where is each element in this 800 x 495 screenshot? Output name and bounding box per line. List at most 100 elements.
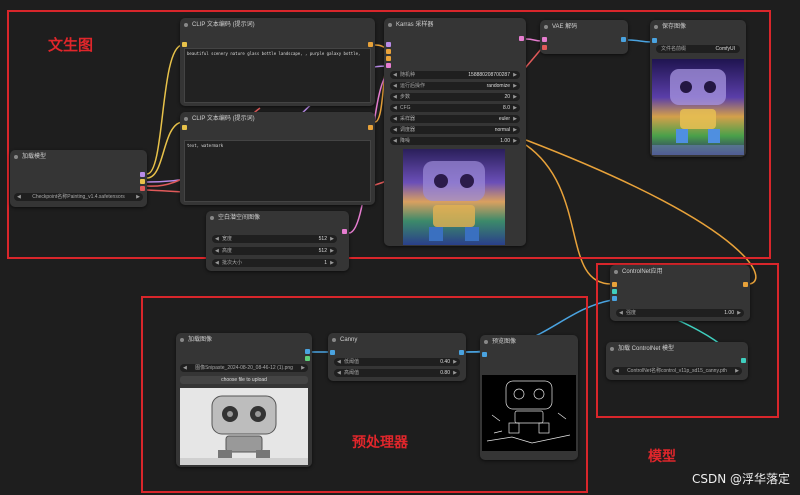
low-threshold-field[interactable]: ◀ 低阈值 0.40 ▶ [334, 358, 460, 366]
negative-prompt-textarea[interactable]: text, watermark [184, 140, 371, 202]
chevron-right-icon[interactable]: ▶ [330, 247, 334, 255]
collapse-dot-icon[interactable] [180, 338, 184, 342]
control-net-input-port[interactable] [612, 289, 617, 294]
chevron-left-icon[interactable]: ◀ [393, 104, 397, 112]
conditioning-output-port[interactable] [743, 282, 748, 287]
latent-output-port[interactable] [519, 36, 524, 41]
ksampler-node[interactable]: Karras 采样器 ◀ 随机种 158880208700287 ▶ ◀ 运行后操作 ra… [384, 18, 526, 246]
vae-decode-node[interactable]: VAE 解码 [540, 20, 628, 54]
model-output-port[interactable] [140, 172, 145, 177]
chevron-right-icon[interactable]: ▶ [735, 367, 739, 375]
latent-input-port[interactable] [386, 63, 391, 68]
image-input-port[interactable] [612, 296, 617, 301]
sampler-select[interactable]: ◀ 采样器 euler ▶ [390, 115, 520, 123]
prompt-textarea[interactable]: beautiful scenery nature glass bottle la… [184, 48, 371, 103]
vae-input-port[interactable] [542, 45, 547, 50]
chevron-right-icon[interactable]: ▶ [513, 137, 517, 145]
chevron-right-icon[interactable]: ▶ [513, 93, 517, 101]
latent-output-port[interactable] [342, 229, 347, 234]
checkpoint-select[interactable]: ◀ Checkpoint名称Painting_v1.4.safetensors … [14, 193, 143, 201]
collapse-dot-icon[interactable] [184, 117, 188, 121]
filename-prefix-field[interactable]: 文件名前缀 ComfyUI [656, 45, 740, 53]
positive-input-port[interactable] [386, 49, 391, 54]
chevron-right-icon[interactable]: ▶ [513, 82, 517, 90]
image-output-port[interactable] [621, 37, 626, 42]
chevron-left-icon[interactable]: ◀ [393, 71, 397, 79]
chevron-right-icon[interactable]: ▶ [513, 104, 517, 112]
image-output-port[interactable] [305, 349, 310, 354]
chevron-left-icon[interactable]: ◀ [393, 137, 397, 145]
chevron-left-icon[interactable]: ◀ [337, 369, 341, 377]
canny-node[interactable]: Canny ◀ 低阈值 0.40 ▶ ◀ 高阈值 0.80 ▶ [328, 333, 466, 381]
chevron-right-icon[interactable]: ▶ [453, 358, 457, 366]
model-input-port[interactable] [386, 42, 391, 47]
seed-field[interactable]: ◀ 随机种 158880208700287 ▶ [390, 71, 520, 79]
chevron-right-icon[interactable]: ▶ [301, 364, 305, 372]
chevron-left-icon[interactable]: ◀ [215, 235, 219, 243]
conditioning-output-port[interactable] [368, 42, 373, 47]
clip-text-encode-negative-node[interactable]: CLIP 文本编码 (提示词) text, watermark [180, 112, 375, 205]
collapse-dot-icon[interactable] [388, 23, 392, 27]
control-after-generate-field[interactable]: ◀ 运行后操作 randomize ▶ [390, 82, 520, 90]
negative-input-port[interactable] [386, 56, 391, 61]
chevron-right-icon[interactable]: ▶ [513, 126, 517, 134]
collapse-dot-icon[interactable] [484, 340, 488, 344]
control-net-output-port[interactable] [741, 358, 746, 363]
mask-output-port[interactable] [305, 356, 310, 361]
height-field[interactable]: ◀ 高度 512 ▶ [212, 247, 337, 255]
scheduler-select[interactable]: ◀ 调度器 normal ▶ [390, 126, 520, 134]
collapse-dot-icon[interactable] [184, 23, 188, 27]
clip-input-port[interactable] [182, 125, 187, 130]
chevron-left-icon[interactable]: ◀ [619, 309, 623, 317]
load-image-node[interactable]: 加载图像 ◀ 图像Snipaste_2024-08-20_08-46-12 (1)… [176, 333, 312, 467]
chevron-right-icon[interactable]: ▶ [453, 369, 457, 377]
chevron-right-icon[interactable]: ▶ [513, 115, 517, 123]
save-image-node[interactable]: 保存图像 文件名前缀 ComfyUI [650, 20, 746, 157]
controlnet-model-select[interactable]: ◀ ControlNet名称control_v11p_sd15_canny.pth… [612, 367, 742, 375]
clip-output-port[interactable] [140, 179, 145, 184]
vae-output-port[interactable] [140, 186, 145, 191]
images-input-port[interactable] [652, 38, 657, 43]
image-file-select[interactable]: ◀ 图像Snipaste_2024-08-20_08-46-12 (1).png ▶ [180, 364, 308, 372]
chevron-right-icon[interactable]: ▶ [513, 71, 517, 79]
collapse-dot-icon[interactable] [14, 155, 18, 159]
steps-field[interactable]: ◀ 步数 20 ▶ [390, 93, 520, 101]
chevron-left-icon[interactable]: ◀ [183, 364, 187, 372]
cfg-field[interactable]: ◀ CFG 8.0 ▶ [390, 104, 520, 112]
collapse-dot-icon[interactable] [614, 270, 618, 274]
checkpoint-loader-node[interactable]: 加载模型 ◀ Checkpoint名称Painting_v1.4.safeten… [10, 150, 147, 207]
collapse-dot-icon[interactable] [610, 347, 614, 351]
chevron-left-icon[interactable]: ◀ [393, 93, 397, 101]
strength-field[interactable]: ◀ 强度 1.00 ▶ [616, 309, 744, 317]
chevron-left-icon[interactable]: ◀ [17, 193, 21, 201]
chevron-left-icon[interactable]: ◀ [393, 115, 397, 123]
chevron-left-icon[interactable]: ◀ [215, 247, 219, 255]
width-field[interactable]: ◀ 宽度 512 ▶ [212, 235, 337, 243]
chevron-left-icon[interactable]: ◀ [615, 367, 619, 375]
conditioning-input-port[interactable] [612, 282, 617, 287]
clip-input-port[interactable] [182, 42, 187, 47]
denoise-field[interactable]: ◀ 降噪 1.00 ▶ [390, 137, 520, 145]
image-output-port[interactable] [459, 350, 464, 355]
chevron-left-icon[interactable]: ◀ [393, 126, 397, 134]
image-input-port[interactable] [330, 350, 335, 355]
collapse-dot-icon[interactable] [332, 338, 336, 342]
empty-latent-image-node[interactable]: 空白潜空间图像 ◀ 宽度 512 ▶ ◀ 高度 512 ▶ ◀ 批次大小 1 ▶ [206, 211, 349, 271]
samples-input-port[interactable] [542, 37, 547, 42]
upload-button[interactable]: choose file to upload [180, 376, 308, 384]
collapse-dot-icon[interactable] [544, 25, 548, 29]
chevron-right-icon[interactable]: ▶ [330, 259, 334, 267]
preview-image-node[interactable]: 预览图像 [480, 335, 578, 460]
chevron-left-icon[interactable]: ◀ [393, 82, 397, 90]
conditioning-output-port[interactable] [368, 125, 373, 130]
collapse-dot-icon[interactable] [654, 25, 658, 29]
batch-size-field[interactable]: ◀ 批次大小 1 ▶ [212, 259, 337, 267]
collapse-dot-icon[interactable] [210, 216, 214, 220]
chevron-right-icon[interactable]: ▶ [330, 235, 334, 243]
chevron-right-icon[interactable]: ▶ [737, 309, 741, 317]
controlnet-loader-node[interactable]: 加载 ControlNet 模型 ◀ ControlNet名称control_v1… [606, 342, 748, 380]
chevron-left-icon[interactable]: ◀ [215, 259, 219, 267]
chevron-left-icon[interactable]: ◀ [337, 358, 341, 366]
images-input-port[interactable] [482, 352, 487, 357]
controlnet-apply-node[interactable]: ControlNet应用 ◀ 强度 1.00 ▶ [610, 265, 750, 321]
